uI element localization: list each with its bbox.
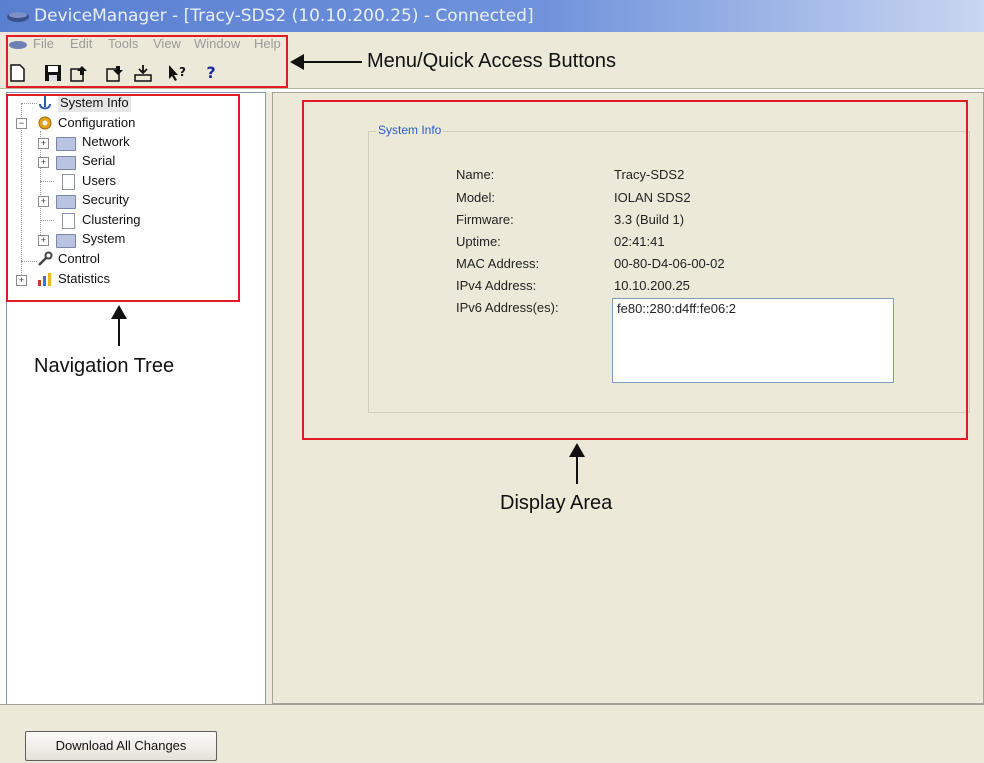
annotation-navigation-tree: Navigation Tree [34,355,175,377]
arrow-menu [302,61,362,63]
tree-highlight-box [6,94,240,302]
download-all-changes-button[interactable]: Download All Changes [25,731,217,761]
arrow-display [576,456,578,484]
annotation-menu-quick-access: Menu/Quick Access Buttons [367,50,617,72]
arrow-head-up-icon [111,305,127,319]
annotation-display-area: Display Area [500,492,613,514]
display-highlight-box [302,100,968,440]
app-icon [7,12,29,22]
arrow-head-left-icon [290,54,304,70]
arrow-head-up-icon [569,443,585,457]
title-bar: DeviceManager - [Tracy-SDS2 (10.10.200.2… [0,0,984,32]
window-title: DeviceManager - [Tracy-SDS2 (10.10.200.2… [34,6,534,26]
bottom-bar: Download All Changes [0,704,984,763]
arrow-tree [118,318,120,346]
menu-highlight-box [6,35,288,88]
